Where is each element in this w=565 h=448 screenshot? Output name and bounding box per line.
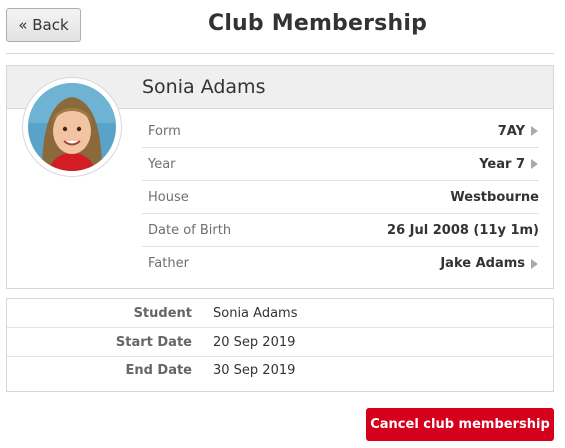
student-avatar	[22, 77, 122, 177]
membership-value: 20 Sep 2019	[213, 334, 296, 350]
detail-label: House	[148, 189, 189, 205]
chevron-right-icon	[530, 258, 539, 270]
membership-row-start-date: Start Date 20 Sep 2019	[7, 328, 553, 356]
detail-value: 7AY	[497, 123, 525, 139]
student-name: Sonia Adams	[142, 76, 266, 98]
detail-label: Date of Birth	[148, 222, 232, 238]
membership-label: End Date	[125, 362, 192, 378]
chevron-right-icon	[530, 125, 539, 137]
student-photo	[28, 83, 116, 171]
membership-row-student: Student Sonia Adams	[7, 299, 553, 327]
detail-label: Year	[148, 156, 176, 172]
detail-value: Year 7	[479, 156, 525, 172]
page-header: « Back Club Membership	[0, 0, 565, 54]
membership-label: Student	[133, 305, 192, 321]
chevron-right-icon	[530, 158, 539, 170]
membership-value: Sonia Adams	[213, 305, 298, 321]
detail-label: Father	[148, 256, 189, 271]
cancel-membership-button[interactable]: Cancel club membership	[366, 408, 554, 441]
detail-row-father[interactable]: Father Jake Adams	[142, 247, 539, 280]
detail-row-date-of-birth: Date of Birth 26 Jul 2008 (11y 1m)	[142, 214, 539, 247]
detail-value: Westbourne	[450, 189, 539, 205]
header-divider	[6, 53, 554, 54]
detail-value: Jake Adams	[440, 256, 525, 271]
student-profile-card: Sonia Adams Form 7AY Year Year 7 House W…	[6, 65, 554, 289]
detail-row-house: House Westbourne	[142, 181, 539, 214]
membership-row-end-date: End Date 30 Sep 2019	[7, 356, 553, 384]
membership-value: 30 Sep 2019	[213, 362, 296, 378]
membership-label: Start Date	[115, 334, 192, 350]
page-title: Club Membership	[207, 11, 428, 36]
detail-label: Form	[148, 123, 181, 139]
detail-row-form[interactable]: Form 7AY	[142, 115, 539, 148]
membership-details: Student Sonia Adams Start Date 20 Sep 20…	[6, 298, 554, 392]
detail-row-year[interactable]: Year Year 7	[142, 148, 539, 181]
detail-value: 26 Jul 2008 (11y 1m)	[387, 222, 539, 238]
